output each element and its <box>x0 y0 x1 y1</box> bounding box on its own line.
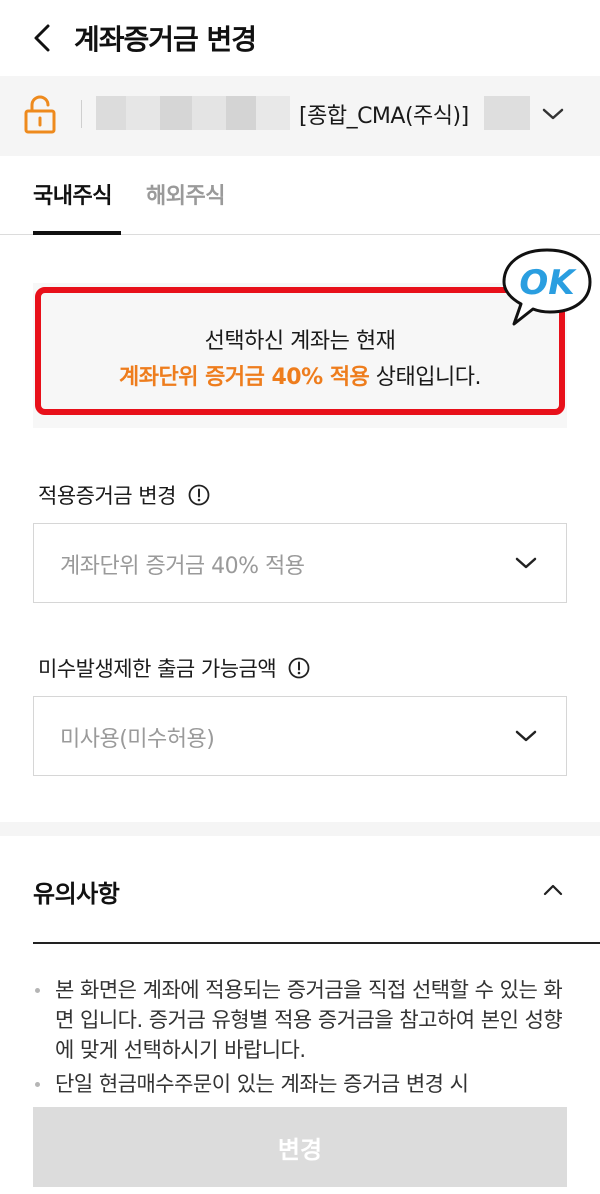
change-button[interactable]: 변경 <box>33 1107 567 1187</box>
info-icon[interactable] <box>288 657 310 679</box>
margin-select-value: 계좌단위 증거금 40% 적용 <box>60 554 305 579</box>
notice-divider <box>33 942 600 944</box>
divider <box>81 100 82 128</box>
active-tab-indicator <box>33 231 121 235</box>
notice-title: 유의사항 <box>33 880 120 908</box>
tab-foreign-stock[interactable]: 해외주식 <box>146 178 225 210</box>
status-message-box: 선택하신 계좌는 현재 계좌단위 증거금 40% 적용 상태입니다. <box>35 287 565 415</box>
chevron-left-icon <box>34 24 50 52</box>
info-icon[interactable] <box>188 484 210 506</box>
margin-select[interactable]: 계좌단위 증거금 40% 적용 <box>33 523 567 603</box>
notice-list: 본 화면은 계좌에 적용되는 증거금을 직접 선택할 수 있는 화면 입니다. … <box>33 975 573 1093</box>
section-separator <box>0 822 600 836</box>
chevron-down-icon <box>515 557 537 569</box>
status-suffix: 상태입니다. <box>369 365 482 390</box>
margin-change-label-text: 적용증거금 변경 <box>38 484 176 508</box>
page-title: 계좌증거금 변경 <box>74 23 257 56</box>
account-type: [종합_CMA(주식)] <box>299 104 469 129</box>
chevron-down-icon[interactable] <box>540 104 566 124</box>
status-highlight: 계좌단위 증거금 40% 적용 <box>119 365 370 390</box>
chevron-down-icon <box>515 730 537 742</box>
notice-item: 단일 현금매수주문이 있는 계좌는 증거금 변경 시 <box>33 1069 573 1093</box>
status-line-1: 선택하신 계좌는 현재 <box>204 329 396 354</box>
header: 계좌증거금 변경 <box>0 0 600 76</box>
chevron-up-icon[interactable] <box>540 880 566 900</box>
lock-open-icon[interactable] <box>24 94 56 134</box>
status-line-2: 계좌단위 증거금 40% 적용 상태입니다. <box>41 359 559 391</box>
withdraw-limit-select-value: 미사용(미수허용) <box>60 727 215 752</box>
back-button[interactable] <box>24 20 60 56</box>
notice-item: 본 화면은 계좌에 적용되는 증거금을 직접 선택할 수 있는 화면 입니다. … <box>33 975 573 1065</box>
tab-domestic-stock[interactable]: 국내주식 <box>33 178 112 210</box>
withdraw-limit-select[interactable]: 미사용(미수허용) <box>33 696 567 776</box>
withdraw-limit-label: 미수발생제한 출금 가능금액 <box>38 653 310 683</box>
svg-text:OK: OK <box>519 263 577 303</box>
withdraw-limit-label-text: 미수발생제한 출금 가능금액 <box>38 657 277 681</box>
ok-sticker-icon: OK <box>502 248 592 326</box>
margin-change-label: 적용증거금 변경 <box>38 480 210 510</box>
